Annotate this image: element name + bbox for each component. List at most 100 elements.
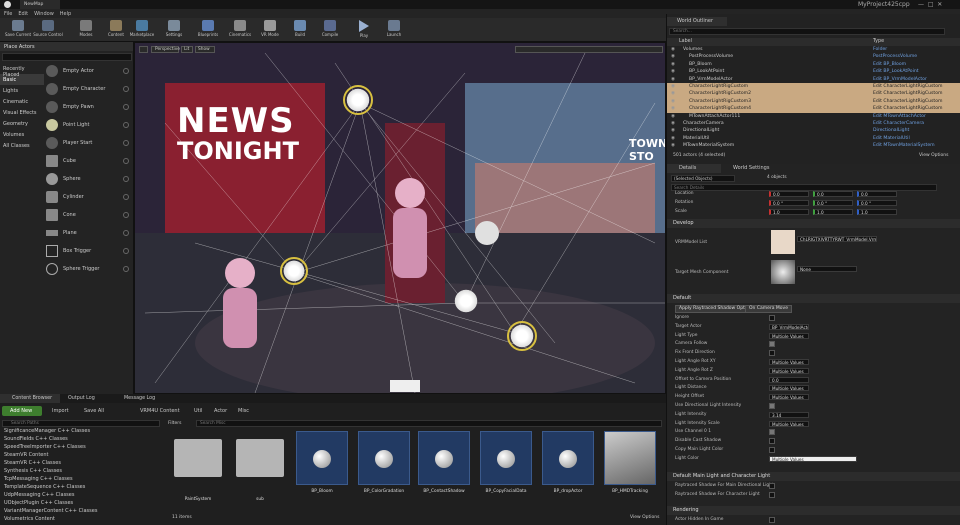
- map-tab[interactable]: NewMap: [20, 0, 60, 9]
- eye-icon[interactable]: ◉: [671, 142, 675, 150]
- actor-empty-character[interactable]: Empty Character: [44, 81, 132, 98]
- marketplace-button[interactable]: Marketplace: [124, 18, 160, 42]
- tree-item[interactable]: SteamVR C++ Classes: [4, 460, 61, 466]
- section-main-light[interactable]: Default Main Light and Character Light: [667, 472, 960, 481]
- property-checkbox[interactable]: [769, 341, 775, 348]
- tree-item[interactable]: TemplateSequence C++ Classes: [4, 484, 85, 490]
- property-value[interactable]: Multiple Values: [769, 394, 809, 401]
- tree-item[interactable]: Synthesis C++ Classes: [4, 468, 62, 474]
- outliner-search-input[interactable]: Search...: [669, 28, 945, 35]
- category-recently-placed[interactable]: Recently Placed: [0, 63, 44, 78]
- viewport-transform-toolbar[interactable]: [515, 46, 663, 53]
- tab-details[interactable]: Details: [667, 164, 721, 173]
- lit-button[interactable]: Lit: [181, 46, 193, 53]
- col-type[interactable]: Type: [873, 38, 884, 46]
- filters-button[interactable]: Filters: [168, 420, 194, 427]
- asset-tile[interactable]: BP_CopyFacialData: [480, 431, 532, 499]
- vrm-model-select[interactable]: ChLRIGTXIVRTTYRWT_VrmModel.VrmModel: [797, 236, 877, 242]
- search-misc-input[interactable]: Search Misc: [196, 420, 662, 427]
- asset-tile[interactable]: BP_dropActor: [542, 431, 594, 499]
- window-controls[interactable]: — □ ✕: [918, 1, 958, 8]
- blueprints-button[interactable]: Blueprints: [190, 18, 226, 42]
- tree-item[interactable]: UdpMessaging C++ Classes: [4, 492, 74, 498]
- transform-x-input[interactable]: 0.0: [769, 191, 809, 197]
- light-gizmo-icon[interactable]: [280, 257, 308, 285]
- category-visual-effects[interactable]: Visual Effects: [0, 107, 44, 118]
- asset-tile[interactable]: BP_HMDTracking: [604, 431, 656, 499]
- menu-window[interactable]: Window: [34, 9, 60, 17]
- property-checkbox[interactable]: [769, 447, 775, 453]
- tree-item[interactable]: UObjectPlugin C++ Classes: [4, 500, 73, 506]
- tree-item[interactable]: Volumetrics Content: [4, 516, 55, 522]
- light-gizmo-icon[interactable]: [507, 321, 537, 351]
- compile-button[interactable]: Compile: [312, 18, 348, 42]
- add-new-button[interactable]: Add New: [2, 406, 42, 416]
- tab-world-settings[interactable]: World Settings: [723, 164, 783, 173]
- place-actors-tab[interactable]: Place Actors: [0, 42, 133, 51]
- section-develop[interactable]: Develop: [667, 219, 960, 228]
- tree-item[interactable]: TcpMessaging C++ Classes: [4, 476, 73, 482]
- property-value[interactable]: Multiple Values: [769, 420, 809, 427]
- raytrace-char-checkbox[interactable]: [769, 492, 775, 498]
- view-options-button[interactable]: View Options: [630, 515, 659, 520]
- transform-z-input[interactable]: 0.0 °: [857, 200, 897, 206]
- actor-sphere-trigger[interactable]: Sphere Trigger: [44, 261, 132, 278]
- menu-edit[interactable]: Edit: [18, 9, 34, 17]
- source-control-button[interactable]: Source Control: [30, 18, 66, 42]
- transform-z-input[interactable]: 1.0: [857, 209, 897, 215]
- asset-tile[interactable]: BP_Bloom: [296, 431, 348, 499]
- transform-y-input[interactable]: 1.0: [813, 209, 853, 215]
- transform-z-input[interactable]: 0.0: [857, 191, 897, 197]
- place-actors-search-input[interactable]: [2, 53, 132, 61]
- tab-output-log[interactable]: Output Log: [62, 394, 116, 403]
- breadcrumb-misc[interactable]: Misc: [238, 406, 249, 416]
- transform-x-input[interactable]: 0.0 °: [769, 200, 809, 206]
- asset-tile[interactable]: PaintSystem: [172, 431, 224, 502]
- actor-cone[interactable]: Cone: [44, 207, 132, 224]
- category-cinematic[interactable]: Cinematic: [0, 96, 44, 107]
- section-default[interactable]: Default: [667, 294, 960, 303]
- outliner-view-options[interactable]: View Options: [919, 153, 948, 158]
- col-label[interactable]: Label: [679, 38, 692, 46]
- level-viewport[interactable]: NEWS TONIGHT TOWN STO Perspective Lit Sh…: [134, 42, 666, 394]
- import-button[interactable]: Import: [46, 406, 74, 416]
- tree-item[interactable]: SteamVR Content: [4, 452, 49, 458]
- actor-cylinder[interactable]: Cylinder: [44, 189, 132, 206]
- outliner-row[interactable]: ◉ MTownMaterialSystem Edit MTownMaterialSy…: [667, 142, 960, 150]
- breadcrumb-util[interactable]: Util: [194, 406, 202, 416]
- property-value[interactable]: Multiple Values: [769, 359, 809, 365]
- light-gizmo-icon[interactable]: [343, 85, 373, 115]
- tree-item[interactable]: SoundFields C++ Classes: [4, 436, 68, 442]
- actor-cube[interactable]: Cube: [44, 153, 132, 170]
- asset-tile[interactable]: sub: [234, 431, 286, 502]
- property-value[interactable]: 0.0: [769, 376, 809, 383]
- property-checkbox[interactable]: [769, 438, 775, 445]
- tree-item[interactable]: SignificanceManager C++ Classes: [4, 428, 90, 434]
- category-lights[interactable]: Lights: [0, 85, 44, 96]
- transform-x-input[interactable]: 1.0: [769, 209, 809, 215]
- menu-help[interactable]: Help: [60, 9, 77, 17]
- actor-box-trigger[interactable]: Box Trigger: [44, 243, 132, 260]
- actor-player-start[interactable]: Player Start: [44, 135, 132, 152]
- property-value[interactable]: Multiple Values: [769, 332, 809, 339]
- actor-hidden-checkbox[interactable]: [769, 517, 775, 523]
- actor-empty-pawn[interactable]: Empty Pawn: [44, 99, 132, 116]
- category-all-classes[interactable]: All Classes: [0, 140, 44, 151]
- on-camera-move-button[interactable]: On Camera Move: [745, 305, 792, 313]
- tab-message-log[interactable]: Message Log: [118, 394, 172, 403]
- actor-plane[interactable]: Plane: [44, 225, 132, 242]
- tree-item[interactable]: SpeedTreeImporter C++ Classes: [4, 444, 86, 450]
- breadcrumb-vrm4u[interactable]: VRM4U Content: [140, 406, 180, 416]
- category-volumes[interactable]: Volumes: [0, 129, 44, 140]
- show-button[interactable]: Show: [195, 46, 215, 53]
- breadcrumb-actor[interactable]: Actor: [214, 406, 227, 416]
- section-rendering[interactable]: Rendering: [667, 506, 960, 515]
- property-value[interactable]: Multiple Values: [769, 367, 809, 374]
- property-value[interactable]: Multiple Values: [769, 385, 809, 392]
- category-geometry[interactable]: Geometry: [0, 118, 44, 129]
- raytrace-main-checkbox[interactable]: [769, 483, 775, 489]
- asset-tile[interactable]: BP_ColorGradation: [358, 431, 410, 499]
- settings-button[interactable]: Settings: [156, 18, 192, 42]
- launch-button[interactable]: Launch: [376, 18, 412, 42]
- transform-y-input[interactable]: 0.0 °: [813, 200, 853, 206]
